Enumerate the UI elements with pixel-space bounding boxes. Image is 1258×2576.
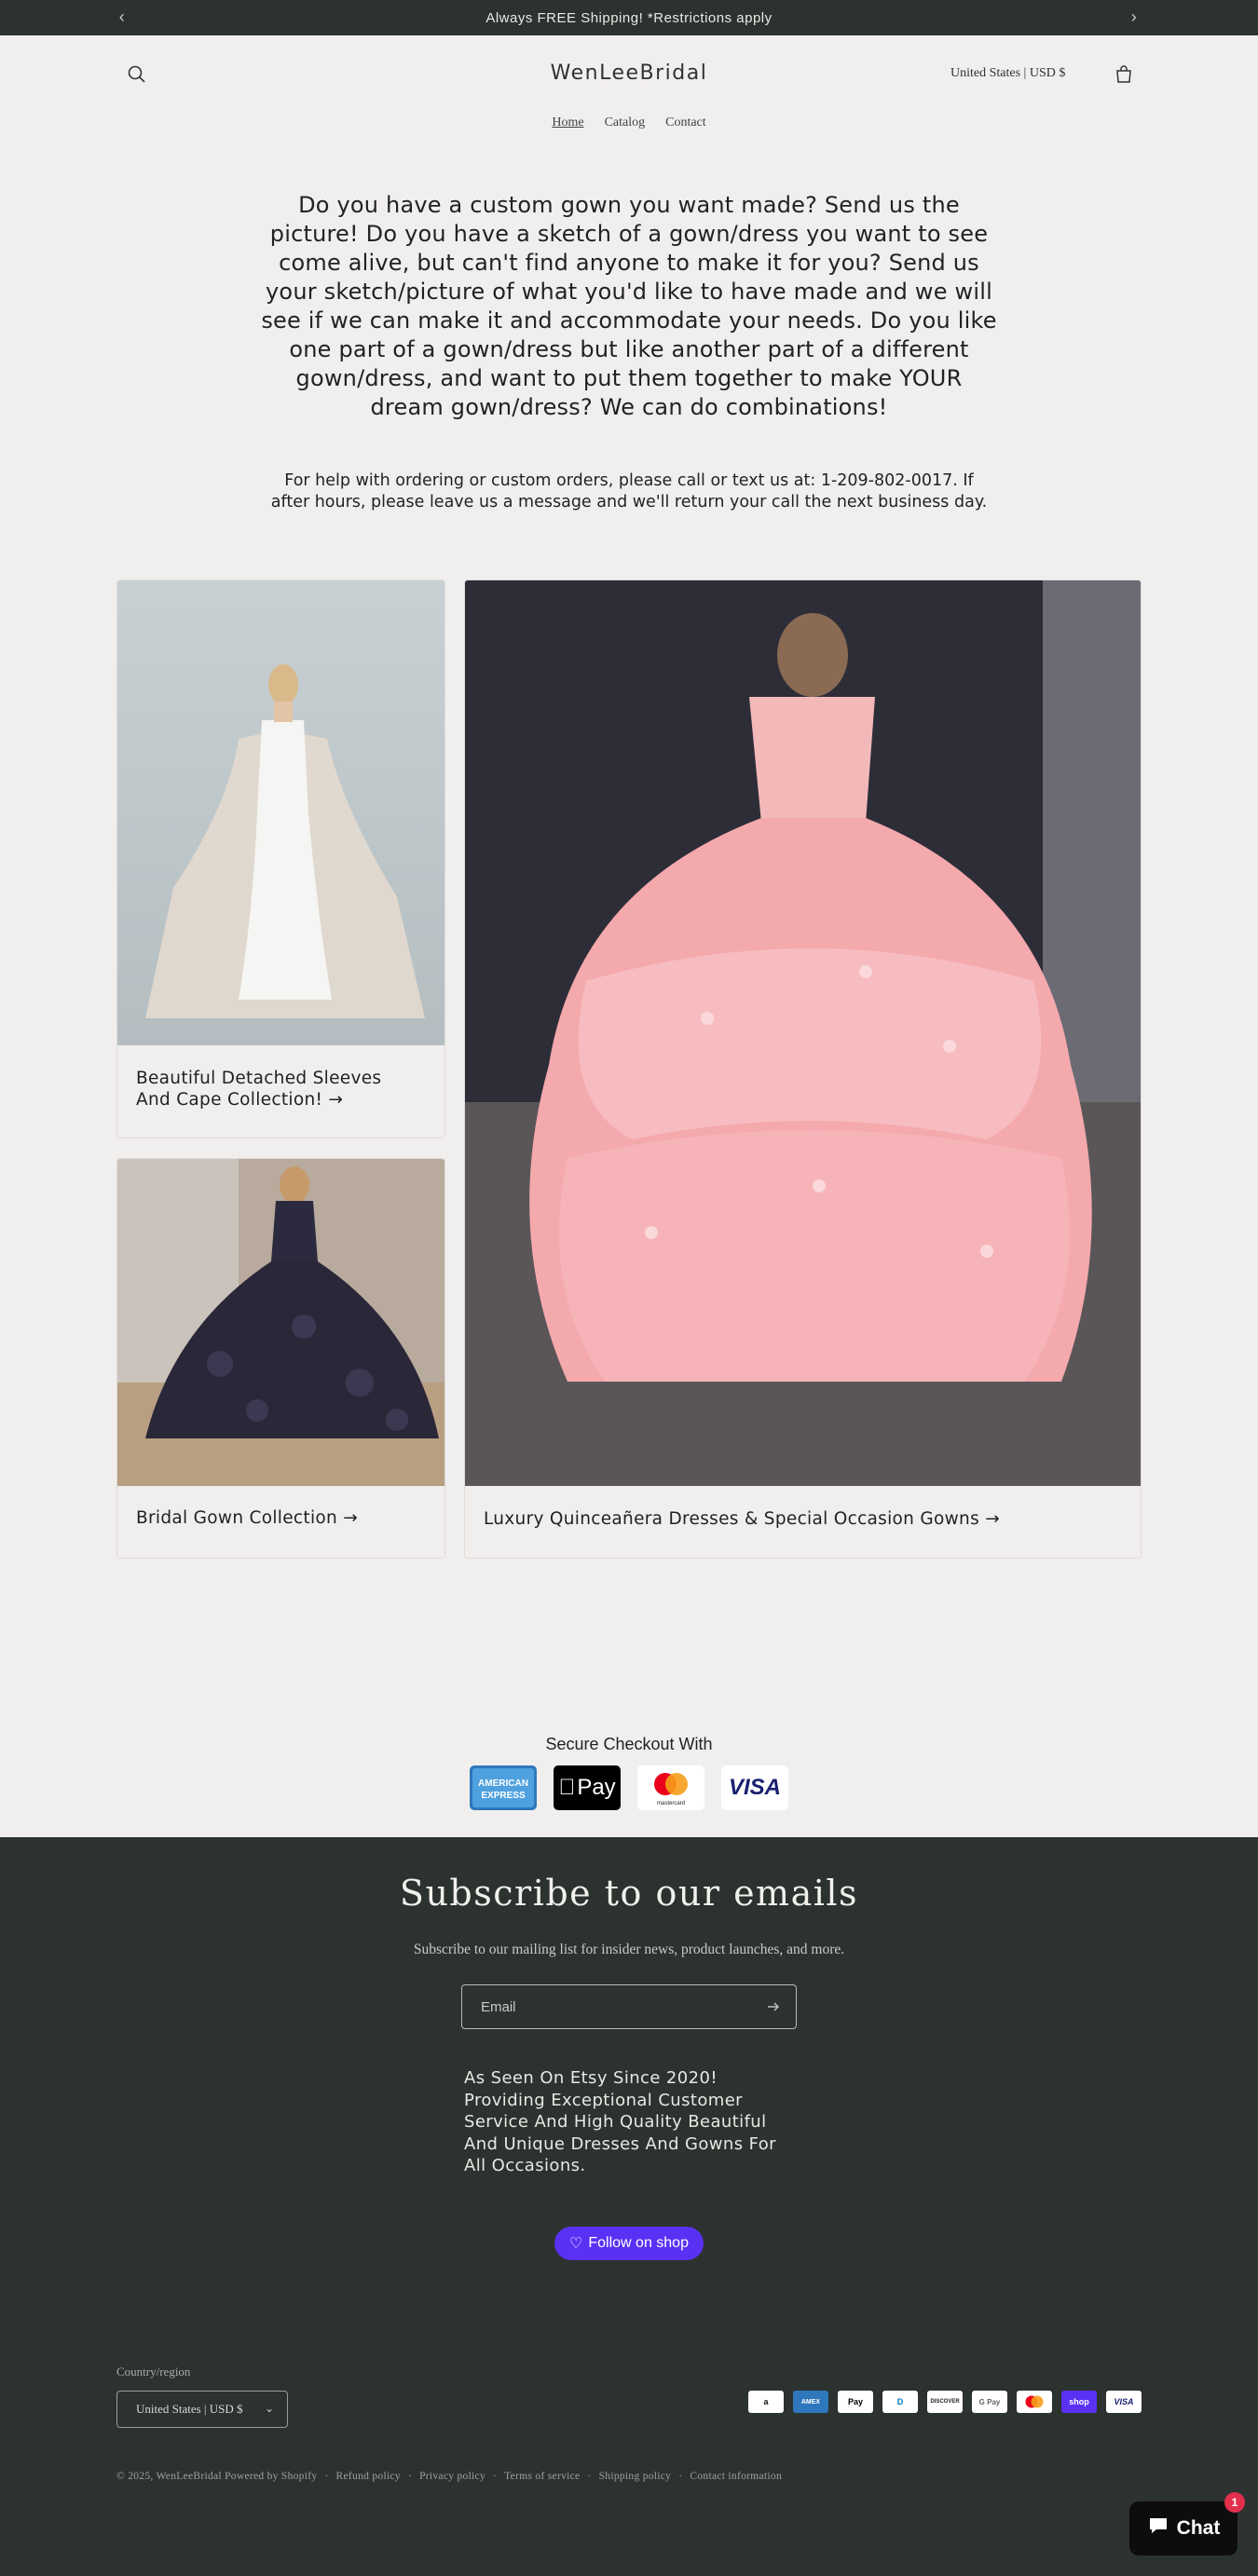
country-selector[interactable]: United States | USD $: [950, 66, 1065, 81]
announcement-text: Always FREE Shipping! *Restrictions appl…: [485, 9, 773, 26]
visa-icon: VISA: [1106, 2391, 1142, 2413]
collection-image-quinceanera: [465, 580, 1141, 1486]
payment-icons: a AMEX Pay D DISCOVER G Pay shop VISA: [748, 2391, 1142, 2413]
chat-label: Chat: [1176, 2517, 1221, 2539]
site-footer: Subscribe to our emails Subscribe to our…: [0, 1837, 1258, 2576]
policy-link-refund[interactable]: Refund policy: [336, 2471, 401, 2482]
chat-badge: 1: [1224, 2492, 1245, 2513]
separator: ·: [587, 2471, 592, 2482]
chevron-down-icon: ⌄: [264, 2402, 274, 2415]
main-nav: Home Catalog Contact: [0, 116, 1258, 130]
nav-item-catalog[interactable]: Catalog: [605, 116, 646, 130]
separator: ·: [324, 2471, 329, 2482]
mastercard-icon: [1017, 2391, 1052, 2413]
policy-link-privacy[interactable]: Privacy policy: [419, 2471, 485, 2482]
amex-logo: AMERICAN EXPRESS: [470, 1765, 537, 1810]
google-pay-icon: G Pay: [972, 2391, 1007, 2413]
apple-pay-text: Pay: [568, 1775, 615, 1800]
amex-text-2: EXPRESS: [481, 1791, 526, 1801]
nav-item-contact[interactable]: Contact: [665, 116, 706, 130]
discover-icon: DISCOVER: [927, 2391, 963, 2413]
collection-title-bridal[interactable]: Bridal Gown Collection →: [136, 1507, 434, 1529]
follow-on-shop-button[interactable]: ♡ Follow on shop: [554, 2227, 704, 2260]
amazon-icon: a: [748, 2391, 784, 2413]
copyright: © 2025, WenLeeBridal Powered by Shopify: [116, 2471, 318, 2482]
amex-icon: AMEX: [793, 2391, 828, 2413]
policy-link-contact[interactable]: Contact information: [690, 2471, 782, 2482]
separator: ·: [493, 2471, 498, 2482]
heart-icon: ♡: [569, 2236, 583, 2252]
chevron-right-icon[interactable]: ›: [1124, 7, 1144, 27]
collection-image-bridal: [117, 1159, 444, 1486]
chat-bubble-icon: [1147, 2515, 1169, 2542]
subscribe-text: Subscribe to our mailing list for inside…: [413, 1942, 845, 1957]
collection-title-sleeves[interactable]: Beautiful Detached Sleeves And Cape Coll…: [136, 1068, 416, 1111]
legal-links: © 2025, WenLeeBridal Powered by Shopify …: [116, 2471, 782, 2482]
policy-link-terms[interactable]: Terms of service: [504, 2471, 580, 2482]
collection-card-quinceanera[interactable]: Luxury Quinceañera Dresses & Special Occ…: [464, 579, 1142, 1559]
email-input[interactable]: [462, 1985, 742, 2028]
collection-card-sleeves[interactable]: Beautiful Detached Sleeves And Cape Coll…: [116, 579, 445, 1138]
separator: ·: [678, 2471, 683, 2482]
site-logo[interactable]: WenLeeBridal: [0, 61, 1258, 85]
apple-pay-logo: Pay: [554, 1765, 621, 1810]
site-header: WenLeeBridal United States | USD $ Home …: [0, 35, 1258, 147]
country-region-label: Country/region: [116, 2365, 191, 2378]
follow-label: Follow on shop: [588, 2235, 689, 2251]
cart-icon[interactable]: [1113, 63, 1135, 86]
country-region-value: United States | USD $: [136, 2402, 243, 2416]
apple-pay-icon: Pay: [838, 2391, 873, 2413]
about-text: As Seen On Etsy Since 2020! Providing Ex…: [464, 2068, 776, 2175]
mastercard-text: mastercard: [657, 1801, 685, 1806]
collection-card-bridal[interactable]: Bridal Gown Collection →: [116, 1158, 445, 1559]
help-text: For help with ordering or custom orders,…: [270, 471, 988, 511]
shop-pay-icon: shop: [1061, 2391, 1097, 2413]
country-region-select[interactable]: United States | USD $ ⌄: [116, 2391, 288, 2428]
announcement-bar: ‹ Always FREE Shipping! *Restrictions ap…: [0, 0, 1258, 35]
visa-logo: VISA: [721, 1765, 788, 1810]
nav-item-home[interactable]: Home: [552, 116, 583, 130]
mastercard-logo: mastercard: [637, 1765, 704, 1810]
intro-headline: Do you have a custom gown you want made?…: [261, 192, 997, 420]
separator: ·: [407, 2471, 413, 2482]
secure-checkout-title: Secure Checkout With: [545, 1735, 713, 1753]
subscribe-title: Subscribe to our emails: [399, 1873, 859, 1914]
collection-image-sleeves: [117, 580, 444, 1045]
apple-icon: : [558, 1775, 575, 1801]
policy-link-shipping[interactable]: Shipping policy: [599, 2471, 672, 2482]
chat-button[interactable]: Chat 1: [1129, 2492, 1245, 2556]
collection-title-quinceanera[interactable]: Luxury Quinceañera Dresses & Special Occ…: [484, 1508, 1127, 1530]
amex-text-1: AMERICAN: [478, 1779, 528, 1789]
chevron-left-icon[interactable]: ‹: [112, 7, 132, 27]
email-field[interactable]: [461, 1984, 797, 2029]
arrow-right-icon[interactable]: [764, 1997, 783, 2016]
diners-club-icon: D: [882, 2391, 918, 2413]
